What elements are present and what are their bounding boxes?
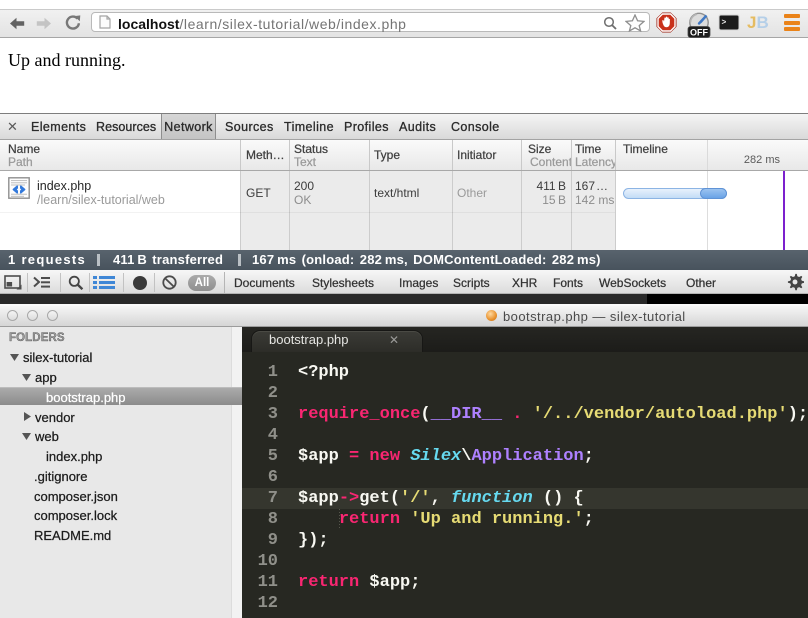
- svg-text:OFF: OFF: [690, 27, 708, 37]
- svg-text:>: >: [722, 19, 727, 28]
